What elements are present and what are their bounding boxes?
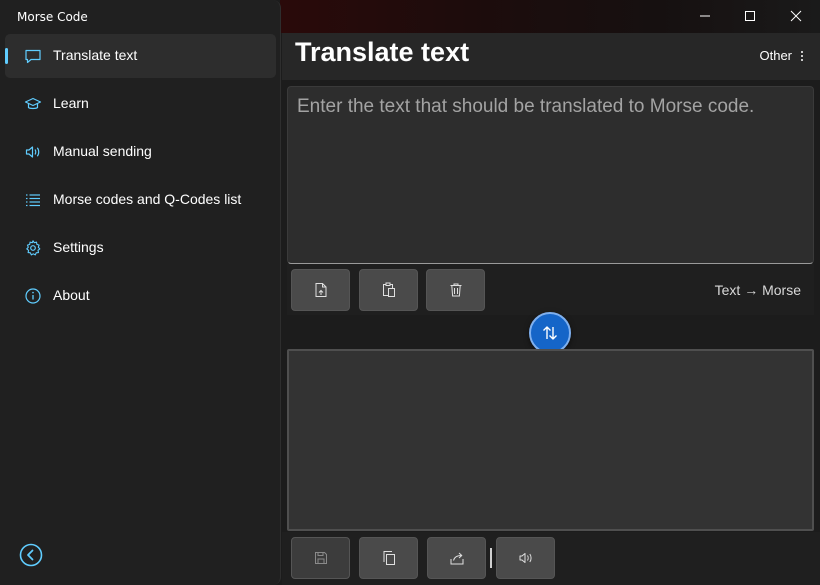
save-button[interactable] [291,537,350,579]
paste-button[interactable] [359,269,418,311]
input-toolbar: Text → Morse [287,264,814,315]
output-toolbar [282,532,820,585]
close-button[interactable] [773,0,819,32]
sidebar-item-settings[interactable]: Settings [5,226,276,270]
open-file-button[interactable] [291,269,350,311]
other-menu-button[interactable]: Other [759,48,804,63]
more-vertical-icon [801,50,803,61]
sidebar-item-label: Manual sending [53,143,152,159]
translation-mode-label: Text → Morse [714,282,801,298]
delete-button[interactable] [426,269,485,311]
save-icon [314,552,327,564]
swap-direction-button[interactable] [529,312,571,354]
share-icon [450,552,463,565]
navigation-pane: Morse Code Translate text Learn Manual s… [0,0,281,585]
close-icon [790,10,802,22]
minimize-button[interactable] [682,0,728,32]
back-arrow-icon[interactable] [18,542,44,568]
sidebar-item-label: Translate text [53,47,138,63]
nav-list: Translate text Learn Manual sending Mors… [5,34,276,322]
chat-bubble-icon [25,49,41,64]
paste-icon [382,282,395,297]
delete-icon [450,283,461,297]
open-file-icon [315,283,326,297]
sidebar-item-label: Settings [53,239,104,255]
sidebar-item-morse-codes-list[interactable]: Morse codes and Q-Codes list [5,178,276,222]
info-icon [25,288,41,304]
list-icon [26,194,40,207]
toolbar-divider [490,548,492,568]
app-title: Morse Code [17,10,88,24]
page-title: Translate text [295,37,470,67]
sidebar-item-translate-text[interactable]: Translate text [5,34,276,78]
maximize-icon [745,11,755,21]
swap-vertical-icon [543,326,557,340]
copy-button[interactable] [359,537,418,579]
input-placeholder: Enter the text that should be translated… [297,96,755,117]
sidebar-item-manual-sending[interactable]: Manual sending [5,130,276,174]
sidebar-item-learn[interactable]: Learn [5,82,276,126]
minimize-icon [700,15,710,17]
sidebar-item-about[interactable]: About [5,274,276,318]
gear-icon [26,240,41,256]
maximize-button[interactable] [727,0,773,32]
play-sound-icon [519,553,532,563]
share-button[interactable] [427,537,486,579]
speaker-icon [25,146,40,158]
page-header: Translate text Other [282,33,820,80]
other-menu-label: Other [759,48,792,63]
output-textbox[interactable] [287,349,814,531]
play-sound-button[interactable] [496,537,555,579]
sidebar-item-label: Morse codes and Q-Codes list [53,191,242,207]
input-textbox[interactable]: Enter the text that should be translated… [287,86,814,264]
copy-icon [383,551,395,565]
sidebar-item-label: Learn [53,95,89,111]
sidebar-item-label: About [53,287,90,303]
graduation-cap-icon [24,97,42,110]
